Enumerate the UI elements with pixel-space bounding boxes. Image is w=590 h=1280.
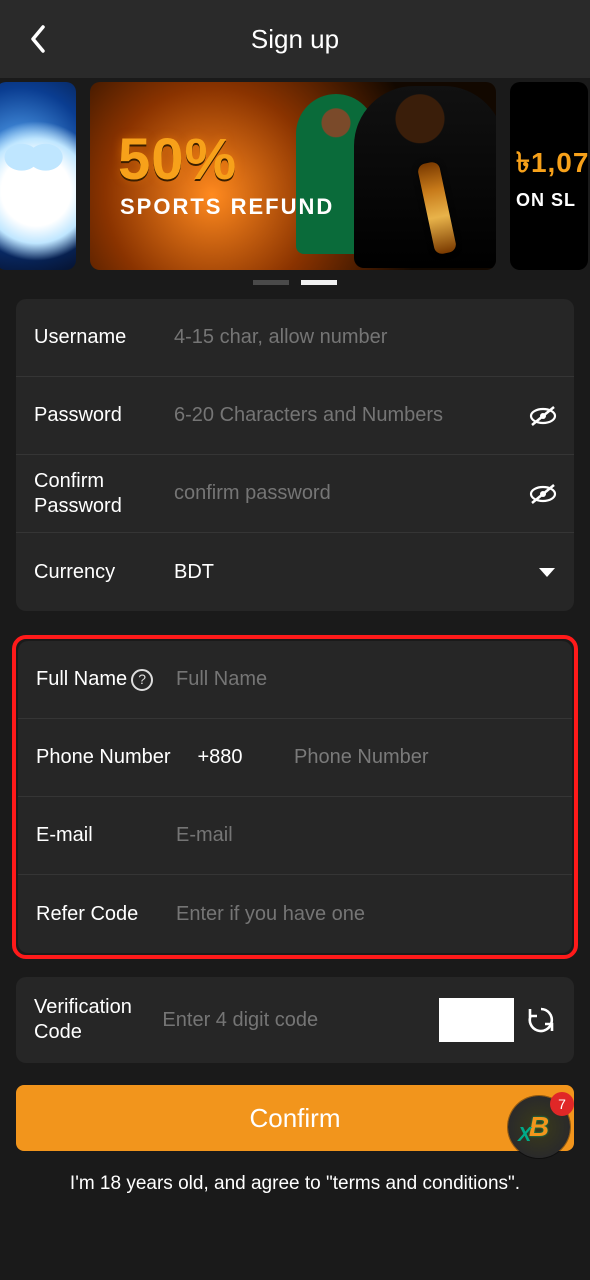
phone-label: Phone Number xyxy=(36,745,176,770)
fullname-row: Full Name? xyxy=(18,641,572,719)
highlighted-section: Full Name? Phone Number +880 Phone Numbe… xyxy=(12,635,578,959)
refer-input[interactable] xyxy=(176,903,554,926)
refer-label: Refer Code xyxy=(36,902,176,927)
confirm-password-label: Confirm Password xyxy=(34,469,174,519)
support-fab[interactable]: X B 7 xyxy=(508,1096,570,1158)
fullname-input[interactable] xyxy=(176,668,554,691)
username-label: Username xyxy=(34,325,174,350)
refer-row: Refer Code xyxy=(18,875,572,953)
notification-badge: 7 xyxy=(550,1092,574,1116)
phone-placeholder[interactable]: Phone Number xyxy=(294,746,429,769)
promo-slide-next[interactable]: ৳1,07 ON SL xyxy=(510,82,588,270)
chevron-left-icon xyxy=(29,25,47,53)
tiger-image xyxy=(0,82,76,270)
verification-input[interactable] xyxy=(162,1009,427,1032)
eye-off-icon xyxy=(528,483,558,505)
verification-row: Verification Code xyxy=(16,977,574,1063)
password-input[interactable] xyxy=(174,404,556,427)
promo-subtext: ON SL xyxy=(516,190,576,211)
toggle-password-visibility[interactable] xyxy=(528,405,558,427)
help-icon[interactable]: ? xyxy=(131,669,153,691)
email-row: E-mail xyxy=(18,797,572,875)
header: Sign up xyxy=(0,0,590,78)
personal-card: Full Name? Phone Number +880 Phone Numbe… xyxy=(18,641,572,953)
username-input[interactable] xyxy=(174,326,556,349)
phone-prefix[interactable]: +880 xyxy=(176,746,264,769)
currency-row[interactable]: Currency BDT xyxy=(16,533,574,611)
agreement-text[interactable]: I'm 18 years old, and agree to "terms an… xyxy=(0,1173,590,1195)
password-row: Password xyxy=(16,377,574,455)
account-card: Username Password Confirm Password Curre… xyxy=(16,299,574,611)
reload-captcha[interactable] xyxy=(526,1005,556,1035)
toggle-confirm-visibility[interactable] xyxy=(528,483,558,505)
verification-label: Verification Code xyxy=(34,995,150,1045)
captcha-image xyxy=(439,998,514,1042)
fab-logo-part: B xyxy=(529,1111,549,1143)
confirm-password-input[interactable] xyxy=(174,482,556,505)
promo-slide-current[interactable]: 50% SPORTS REFUND xyxy=(90,82,496,270)
promo-subhead: SPORTS REFUND xyxy=(120,194,334,220)
password-label: Password xyxy=(34,403,174,428)
verification-card: Verification Code xyxy=(16,977,574,1063)
promo-carousel[interactable]: 50% SPORTS REFUND ৳1,07 ON SL xyxy=(0,78,590,274)
currency-value: BDT xyxy=(174,561,214,584)
carousel-indicators xyxy=(0,280,590,285)
confirm-password-row: Confirm Password xyxy=(16,455,574,533)
eye-off-icon xyxy=(528,405,558,427)
promo-slide-prev[interactable] xyxy=(0,82,76,270)
promo-headline: 50% xyxy=(118,126,237,193)
phone-row: Phone Number +880 Phone Number xyxy=(18,719,572,797)
back-button[interactable] xyxy=(24,25,52,53)
page-title: Sign up xyxy=(0,24,590,55)
email-label: E-mail xyxy=(36,823,176,848)
indicator-dot-active[interactable] xyxy=(301,280,337,285)
chevron-down-icon xyxy=(538,567,556,579)
refresh-icon xyxy=(526,1005,556,1035)
email-input[interactable] xyxy=(176,824,554,847)
currency-label: Currency xyxy=(34,560,174,585)
confirm-button[interactable]: Confirm xyxy=(16,1085,574,1151)
fullname-label: Full Name? xyxy=(36,667,176,692)
promo-amount: ৳1,07 xyxy=(516,141,588,188)
dropdown-indicator xyxy=(538,566,556,578)
username-row: Username xyxy=(16,299,574,377)
fab-logo-part: X xyxy=(518,1124,531,1147)
indicator-dot[interactable] xyxy=(253,280,289,285)
